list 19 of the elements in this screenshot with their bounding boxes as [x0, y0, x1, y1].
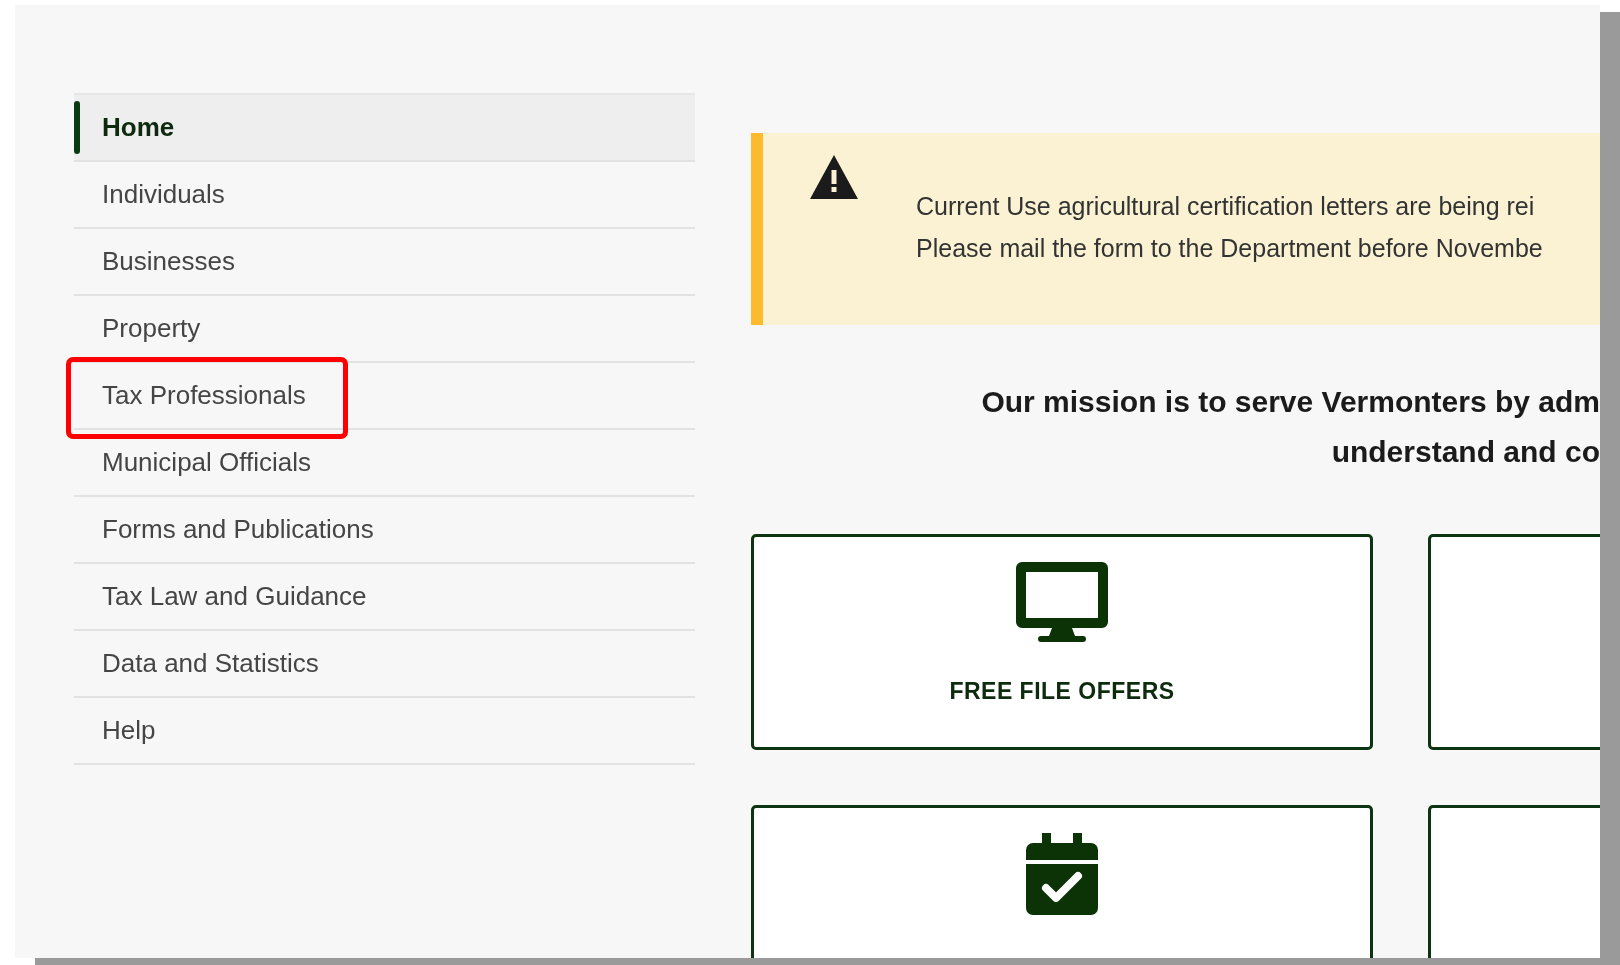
- sidebar-item[interactable]: Property: [74, 296, 695, 363]
- warning-icon: [810, 155, 858, 199]
- mission-statement: Our mission is to serve Vermonters by adm understand and co: [980, 384, 1600, 470]
- sidebar-item[interactable]: Individuals: [74, 162, 695, 229]
- sidebar-item[interactable]: Home: [74, 95, 695, 162]
- monitor-icon: [1016, 562, 1108, 644]
- sidebar-item[interactable]: Tax Law and Guidance: [74, 564, 695, 631]
- sidebar-item[interactable]: Forms and Publications: [74, 497, 695, 564]
- link-card[interactable]: [751, 805, 1373, 958]
- calendar-check-icon: [1026, 833, 1098, 915]
- card-label: FREE FILE OFFERS: [949, 678, 1175, 705]
- active-indicator: [74, 101, 80, 154]
- link-card[interactable]: FREE FILE OFFERS: [751, 534, 1373, 750]
- sidebar-item[interactable]: Help: [74, 698, 695, 765]
- alert-text: Current Use agricultural certification letters are being rei Please mail the form to the Department before Novembe: [916, 191, 1543, 264]
- sidebar-item[interactable]: Tax Professionals: [74, 363, 695, 430]
- sidebar-item[interactable]: Data and Statistics: [74, 631, 695, 698]
- sidebar-item[interactable]: Businesses: [74, 229, 695, 296]
- sidebar-item[interactable]: Municipal Officials: [74, 430, 695, 497]
